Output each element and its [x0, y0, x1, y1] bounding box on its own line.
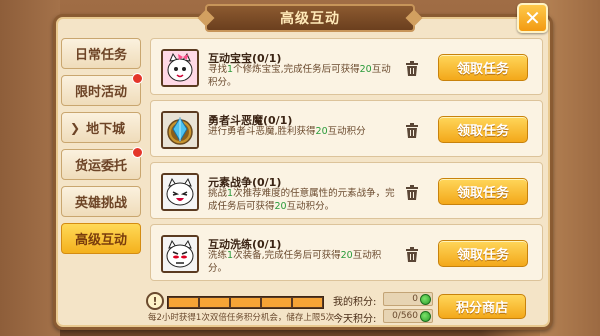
- task-list: 互动宝宝(0/1) 寻找1个修炼宝宝,完成任务后可获得20互动积分。 领取任务 …: [150, 38, 543, 286]
- desc-text: 互动积分。: [286, 201, 335, 212]
- progress-segment: [262, 298, 291, 307]
- notification-dot: [132, 73, 143, 84]
- tab-freight-commission[interactable]: 货运委托: [61, 147, 143, 180]
- tab-advanced-interaction[interactable]: 高级互动: [61, 223, 141, 254]
- task-description: 进行勇者斗恶魔,胜利获得20互动积分: [208, 125, 398, 138]
- desc-text: 挑战: [208, 188, 228, 199]
- trash-icon[interactable]: [405, 61, 419, 77]
- desc-text: 互动积分: [327, 126, 366, 137]
- cat-angry-icon: [161, 235, 199, 273]
- desc-text: 个修炼宝宝,完成任务后可获得: [233, 64, 360, 75]
- desc-text: 寻找: [208, 64, 228, 75]
- task-row: 互动洗练(0/1) 洗练1次装备,完成任务后可获得20互动积分。 领取任务: [150, 224, 543, 281]
- sidebar-tabs: 日常任务 限时活动 ❯ 地下城 货运委托 英雄挑战 高级互动: [61, 38, 143, 260]
- exclamation-icon[interactable]: !: [146, 292, 164, 310]
- accept-task-button[interactable]: 领取任务: [438, 178, 528, 205]
- task-row: 勇者斗恶魔(0/1) 进行勇者斗恶魔,胜利获得20互动积分 领取任务: [150, 100, 543, 157]
- tab-label: 高级互动: [74, 233, 127, 248]
- points-shop-button[interactable]: 积分商店: [438, 294, 526, 319]
- accept-task-button[interactable]: 领取任务: [438, 116, 528, 143]
- tab-label: 限时活动: [74, 85, 127, 100]
- double-chance-progress-bar: [167, 296, 324, 309]
- desc-number: 20: [359, 64, 372, 75]
- task-description: 挑战1次推荐难度的任意属性的元素战争，完成任务后可获得20互动积分。: [208, 187, 398, 213]
- tab-label: 英雄挑战: [74, 196, 127, 211]
- accept-task-button[interactable]: 领取任务: [438, 240, 528, 267]
- trash-icon[interactable]: [405, 185, 419, 201]
- progress-segment: [169, 298, 198, 307]
- accept-task-button[interactable]: 领取任务: [438, 54, 528, 81]
- dialog-title-plate: 高级互动: [205, 4, 415, 32]
- tab-label: 地下城: [86, 122, 126, 137]
- double-chance-note: 每2小时获得1次双倍任务积分机会，储存上限5次: [148, 313, 335, 323]
- task-row: 互动宝宝(0/1) 寻找1个修炼宝宝,完成任务后可获得20互动积分。 领取任务: [150, 38, 543, 95]
- chevron-right-icon: ❯: [70, 120, 81, 135]
- task-row: 元素战争(0/1) 挑战1次推荐难度的任意属性的元素战争，完成任务后可获得20互…: [150, 162, 543, 219]
- footer-bar: ! 每2小时获得1次双倍任务积分机会，储存上限5次 我的积分: 0 今天积分: …: [146, 290, 546, 326]
- progress-segment: [293, 298, 322, 307]
- desc-number: 20: [315, 126, 328, 137]
- background-left-pillar: [0, 0, 60, 336]
- tab-daily-tasks[interactable]: 日常任务: [61, 38, 141, 69]
- progress-segment: [231, 298, 260, 307]
- close-button[interactable]: ✕: [517, 3, 548, 33]
- crystal-badge-icon: [161, 111, 199, 149]
- progress-segment: [200, 298, 229, 307]
- close-icon: ✕: [524, 6, 541, 30]
- desc-number: 20: [340, 250, 353, 261]
- green-coin-icon: [420, 294, 431, 305]
- trash-icon[interactable]: [405, 123, 419, 139]
- tab-label: 货运委托: [74, 159, 127, 174]
- task-description: 洗练1次装备,完成任务后可获得20互动积分。: [208, 249, 398, 275]
- trash-icon[interactable]: [405, 247, 419, 263]
- tab-label: 日常任务: [74, 48, 127, 63]
- tab-limited-events[interactable]: 限时活动: [61, 73, 143, 106]
- dialog-title: 高级互动: [280, 11, 340, 27]
- desc-number: 20: [274, 201, 287, 212]
- desc-text: 进行勇者斗恶魔,胜利获得: [208, 126, 316, 137]
- desc-text: 洗练: [208, 250, 228, 261]
- cat-pink-bow-icon: [161, 49, 199, 87]
- desc-text: 次装备,完成任务后可获得: [233, 250, 341, 261]
- tab-hero-challenge[interactable]: 英雄挑战: [61, 186, 141, 217]
- green-coin-icon: [420, 311, 431, 322]
- tab-dungeon[interactable]: ❯ 地下城: [61, 112, 141, 143]
- notification-dot: [132, 147, 143, 158]
- my-points-label: 我的积分:: [333, 297, 377, 308]
- today-points-label: 今天积分:: [333, 314, 377, 325]
- task-description: 寻找1个修炼宝宝,完成任务后可获得20互动积分。: [208, 63, 398, 89]
- cat-laughing-icon: [161, 173, 199, 211]
